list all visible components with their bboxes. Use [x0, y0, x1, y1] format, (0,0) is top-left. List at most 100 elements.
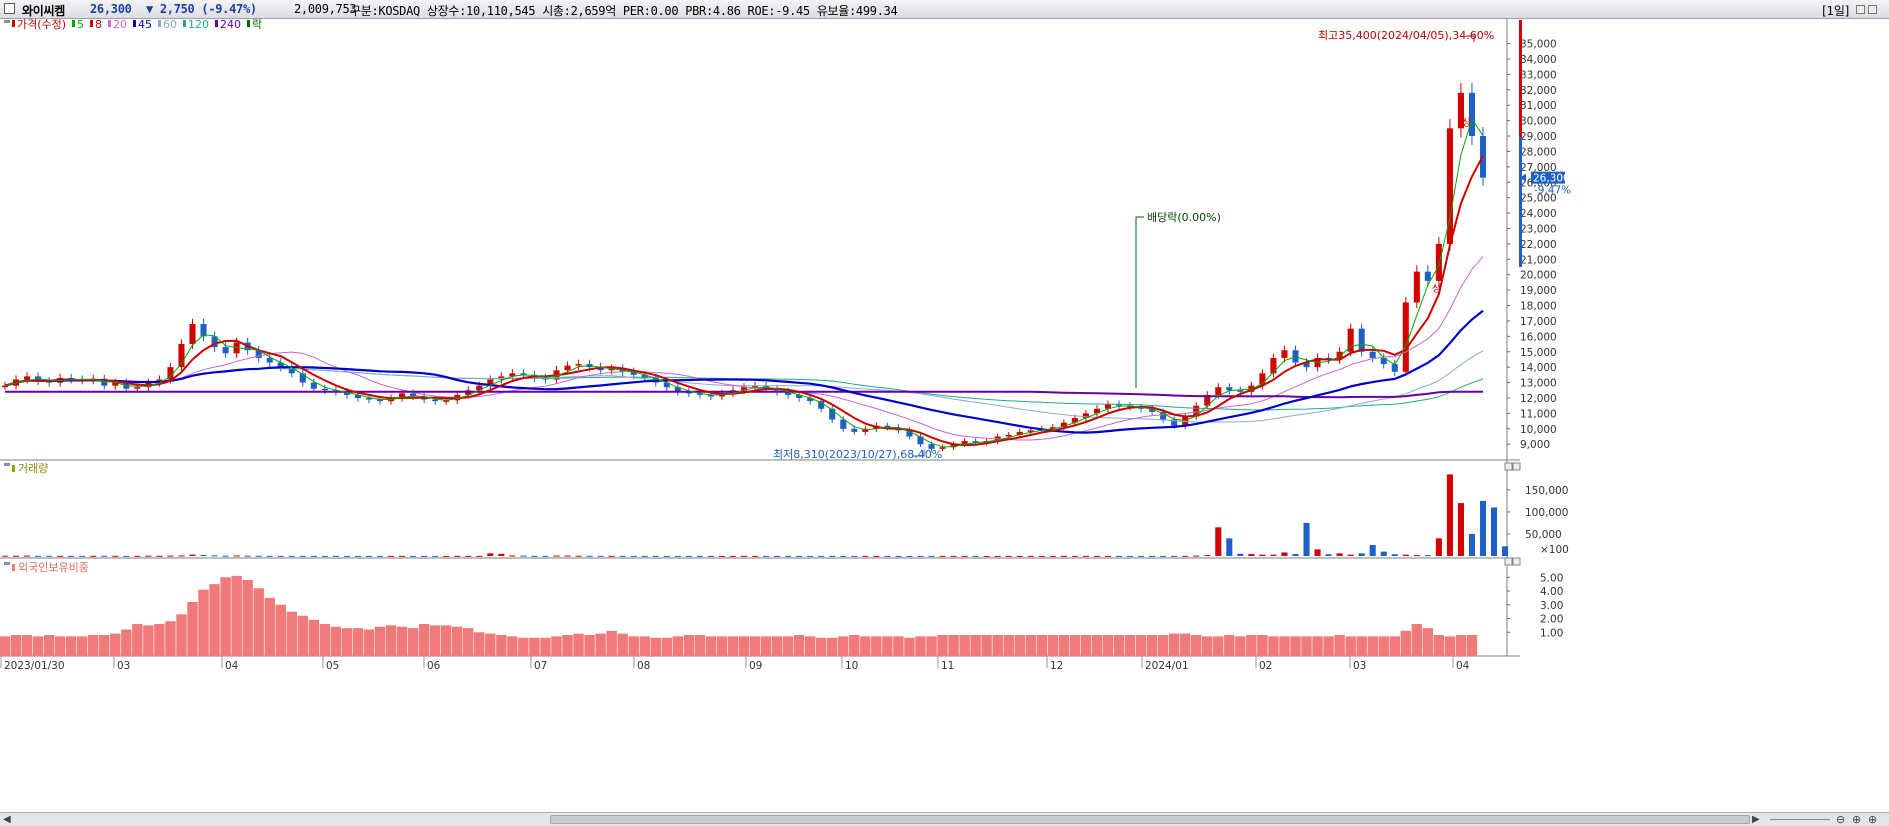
foreign-ratio-bar — [782, 636, 794, 656]
volume-bar — [244, 555, 251, 557]
foreign-ratio-bar — [959, 635, 970, 656]
volume-bar — [156, 555, 163, 557]
volume-bar — [68, 555, 75, 557]
volume-bar — [454, 555, 461, 557]
panel-menu-icon[interactable] — [4, 562, 10, 565]
zoom-in-icon[interactable]: ⊕ — [1868, 813, 1877, 826]
foreign-ratio-bar — [220, 577, 231, 656]
legend-label-5: 60 — [163, 18, 177, 31]
volume-bar — [200, 554, 207, 556]
volume-bar — [343, 555, 350, 557]
volume-bar — [35, 555, 42, 557]
panel-restore-icon[interactable] — [1504, 557, 1513, 566]
panel-restore-icon[interactable] — [1504, 462, 1513, 471]
foreign-ratio-bar — [1334, 635, 1345, 656]
volume-bar — [299, 555, 306, 557]
foreign-ratio-bar — [176, 614, 187, 656]
volume-bar — [1259, 554, 1266, 556]
volume-bar — [663, 555, 670, 557]
panel-menu-icon[interactable] — [4, 20, 10, 23]
foreign-ratio-bar — [661, 637, 673, 656]
volume-bar — [178, 555, 185, 557]
candle-body — [1402, 302, 1409, 372]
panel-close-icon[interactable] — [1512, 462, 1521, 471]
foreign-ratio-bar — [154, 624, 165, 656]
foreign-ratio-bar — [562, 635, 573, 656]
foreign-ratio-bar — [672, 636, 684, 656]
volume-bar — [774, 555, 781, 557]
candle-body — [266, 357, 273, 363]
low-annotation: 최저8,310(2023/10/27),68.40% — [773, 448, 942, 461]
foreign-ratio-bar — [1279, 636, 1290, 656]
foreign-ratio-bar — [926, 636, 937, 656]
volume-bar — [751, 555, 759, 557]
foreign-ratio-bar — [363, 629, 375, 656]
volume-bar — [818, 555, 825, 557]
volume-bar — [707, 555, 714, 557]
candle-body — [575, 364, 582, 366]
volume-bar — [332, 555, 339, 557]
scroll-thumb[interactable] — [550, 815, 1750, 824]
candle-body — [24, 376, 31, 380]
foreign-ratio-bar — [1455, 635, 1467, 656]
volume-bar — [961, 555, 968, 557]
foreign-ratio-bar — [231, 575, 242, 656]
foreign-ratio-bar — [308, 619, 320, 656]
foreign-ratio-bar — [1301, 636, 1312, 656]
foreign-ratio-bar — [253, 588, 264, 656]
candle-body — [1468, 92, 1476, 137]
volume-bar — [597, 555, 604, 557]
candle-body — [1358, 328, 1365, 352]
volume-bar — [222, 555, 229, 557]
volume-bar — [266, 555, 273, 557]
chart-canvas[interactable]: 가격(수정) 5 8 20 45 60 120 240 락거래량외국인보유비중 35,000 34,… — [0, 0, 1889, 812]
volume-bar — [652, 555, 659, 557]
foreign-ratio-bar — [1069, 635, 1081, 656]
volume-bar — [862, 555, 869, 557]
foreign-tick-label: 2.00 — [1540, 614, 1563, 626]
foreign-ratio-bar — [815, 637, 827, 656]
scroll-right-icon[interactable]: ▶ — [1752, 814, 1760, 825]
foreign-ratio-bar — [727, 636, 739, 656]
price-tick-label: 32,000 — [1520, 85, 1557, 97]
foreign-ratio-bar — [694, 635, 706, 656]
volume-bar — [134, 555, 141, 557]
price-badge-value: 26,300 — [1533, 173, 1570, 185]
price-tick-label: 23,000 — [1520, 223, 1557, 235]
price-tick-label: 16,000 — [1520, 331, 1557, 343]
volume-bar — [1270, 554, 1277, 556]
foreign-ratio-bar — [1290, 636, 1301, 656]
volume-bar — [46, 555, 53, 557]
foreign-tick-label: 3.00 — [1540, 600, 1563, 612]
panel-close-icon[interactable] — [1512, 557, 1521, 566]
zoom-slider[interactable] — [1770, 819, 1830, 820]
zoom-out-icon[interactable]: ⊖ — [1836, 813, 1845, 826]
foreign-ratio-bar — [1422, 628, 1434, 656]
panel-menu-icon[interactable] — [4, 463, 10, 466]
foreign-ratio-bar — [1268, 636, 1279, 656]
volume-bar — [718, 555, 725, 557]
volume-bar — [740, 555, 748, 557]
x-axis-label: 2023/01/30 — [4, 660, 65, 672]
volume-bar — [365, 555, 373, 557]
volume-bar — [123, 555, 130, 557]
volume-bar — [553, 555, 560, 557]
volume-bar — [233, 555, 240, 557]
legend-label-0: 가격(수정) — [17, 18, 66, 31]
foreign-ratio-bar — [1135, 635, 1147, 656]
foreign-ratio-bar — [1080, 635, 1092, 656]
candle-body — [1005, 434, 1012, 437]
candle-body — [1413, 271, 1420, 303]
zoom-reset-icon[interactable]: ⊕ — [1852, 813, 1861, 826]
foreign-ratio-bar — [54, 636, 66, 656]
legend-label-1: 5 — [77, 18, 84, 31]
horizontal-scrollbar[interactable]: ◀ ▶ ⊖ ⊕ ⊕ — [0, 812, 1889, 826]
volume-bar — [1314, 549, 1321, 556]
x-axis-label: 08 — [637, 660, 650, 672]
foreign-ratio-bar — [132, 624, 143, 656]
foreign-ratio-bar — [793, 635, 805, 656]
foreign-ratio-bar — [187, 602, 198, 656]
scroll-left-icon[interactable]: ◀ — [3, 814, 11, 825]
volume-bar — [796, 555, 803, 557]
volume-bar — [1468, 533, 1476, 556]
